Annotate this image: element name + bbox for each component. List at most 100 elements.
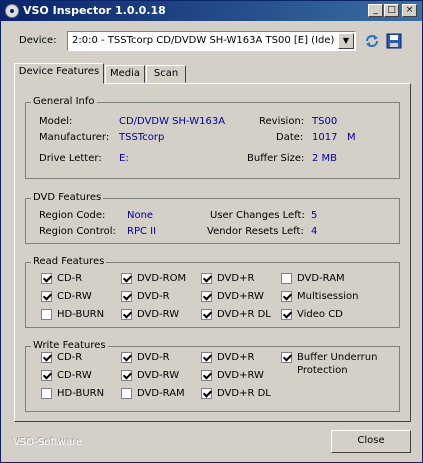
read-checkbox-multisession[interactable]: Multisession bbox=[281, 291, 358, 305]
write-checkbox-dvd-ram[interactable]: DVD-RAM bbox=[121, 388, 185, 402]
write-checkbox-cd-rw[interactable]: CD-RW bbox=[41, 370, 92, 384]
read-features-title: Read Features bbox=[31, 256, 107, 267]
date-value: 1017 M bbox=[312, 132, 356, 143]
checkbox-box[interactable] bbox=[121, 309, 132, 320]
read-checkbox-dvd-r[interactable]: DVD+R bbox=[201, 273, 254, 287]
checkbox-label: DVD+R DL bbox=[217, 309, 271, 320]
checkbox-box[interactable] bbox=[281, 309, 292, 320]
checkbox-box[interactable] bbox=[281, 273, 292, 284]
region-control-label: Region Control: bbox=[39, 226, 116, 237]
app-cd-icon bbox=[5, 4, 19, 18]
checkbox-box[interactable] bbox=[121, 352, 132, 363]
checkbox-label-line2: Protection bbox=[297, 364, 348, 376]
write-checkbox-dvd-r[interactable]: DVD+R bbox=[201, 352, 254, 366]
checkbox-label: CD-RW bbox=[57, 370, 92, 381]
read-checkbox-cd-rw[interactable]: CD-RW bbox=[41, 291, 92, 305]
model-value: CD/DVDW SH-W163A bbox=[119, 116, 226, 127]
checkbox-box[interactable] bbox=[41, 352, 52, 363]
close-button[interactable]: Close bbox=[331, 430, 411, 453]
write-features-title: Write Features bbox=[31, 340, 108, 351]
checkbox-label: DVD+R bbox=[217, 352, 255, 363]
region-control-value: RPC II bbox=[127, 226, 157, 237]
buffer-size-label: Buffer Size: bbox=[247, 153, 305, 164]
read-checkbox-dvd-rw[interactable]: DVD-RW bbox=[121, 309, 179, 323]
main-window: VSO Inspector 1.0.0.18 _ □ × Device: 2:0… bbox=[0, 0, 423, 463]
device-select-value: 2:0:0 - TSSTcorp CD/DVDW SH-W163A TS00 [… bbox=[72, 35, 335, 46]
maximize-button[interactable]: □ bbox=[384, 4, 399, 17]
tab-media[interactable]: Media bbox=[105, 65, 145, 83]
checkbox-label: Video CD bbox=[297, 309, 343, 320]
refresh-icon[interactable] bbox=[363, 32, 381, 50]
checkbox-box[interactable] bbox=[281, 291, 292, 302]
checkbox-box[interactable] bbox=[201, 309, 212, 320]
tab-media-label: Media bbox=[109, 68, 141, 79]
buffer-size-value: 2 MB bbox=[312, 153, 338, 164]
checkbox-box[interactable] bbox=[201, 352, 212, 363]
checkbox-label: Buffer Underrun bbox=[297, 352, 378, 363]
device-label: Device: bbox=[19, 35, 57, 46]
title-bar[interactable]: VSO Inspector 1.0.0.18 _ □ × bbox=[1, 1, 422, 21]
checkbox-box[interactable] bbox=[121, 291, 132, 302]
checkbox-box[interactable] bbox=[41, 370, 52, 381]
read-checkbox-dvd-ram[interactable]: DVD-RAM bbox=[281, 273, 345, 287]
write-checkbox-dvd-r-dl[interactable]: DVD+R DL bbox=[201, 388, 271, 402]
checkbox-box[interactable] bbox=[201, 273, 212, 284]
date-label: Date: bbox=[276, 132, 304, 143]
checkbox-label: DVD-R bbox=[137, 352, 170, 363]
tab-device-features-label: Device Features bbox=[18, 66, 100, 77]
checkbox-box[interactable] bbox=[201, 370, 212, 381]
write-checkbox-buffer-underrun[interactable]: Buffer Underrun Protection bbox=[281, 352, 378, 376]
minimize-button[interactable]: _ bbox=[368, 4, 383, 17]
user-changes-label: User Changes Left: bbox=[210, 210, 305, 221]
write-checkbox-dvd-r[interactable]: DVD-R bbox=[121, 352, 170, 366]
tab-scan[interactable]: Scan bbox=[146, 65, 186, 83]
user-changes-value: 5 bbox=[311, 210, 318, 221]
checkbox-box[interactable] bbox=[201, 388, 212, 399]
device-select[interactable]: 2:0:0 - TSSTcorp CD/DVDW SH-W163A TS00 [… bbox=[67, 31, 356, 51]
region-code-value: None bbox=[127, 210, 154, 221]
checkbox-label: DVD-RW bbox=[137, 370, 180, 381]
checkbox-label: DVD+R DL bbox=[217, 388, 271, 399]
window-title: VSO Inspector 1.0.0.18 bbox=[23, 4, 166, 17]
drive-letter-value: E: bbox=[119, 153, 129, 164]
checkbox-box[interactable] bbox=[41, 309, 52, 320]
tab-device-features[interactable]: Device Features bbox=[14, 63, 104, 84]
write-checkbox-cd-r[interactable]: CD-R bbox=[41, 352, 82, 366]
checkbox-box[interactable] bbox=[41, 291, 52, 302]
vendor-resets-value: 4 bbox=[311, 226, 318, 237]
vendor-resets-label: Vendor Resets Left: bbox=[207, 226, 304, 237]
checkbox-label: DVD+R bbox=[217, 273, 255, 284]
write-checkbox-dvd-rw[interactable]: DVD+RW bbox=[201, 370, 264, 384]
checkbox-box[interactable] bbox=[121, 273, 132, 284]
read-checkbox-cd-r[interactable]: CD-R bbox=[41, 273, 82, 287]
read-checkbox-video-cd[interactable]: Video CD bbox=[281, 309, 343, 323]
read-checkbox-dvd-rw[interactable]: DVD+RW bbox=[201, 291, 264, 305]
checkbox-label: DVD-RAM bbox=[297, 273, 345, 284]
revision-label: Revision: bbox=[259, 116, 305, 127]
read-checkbox-dvd-r-dl[interactable]: DVD+R DL bbox=[201, 309, 271, 323]
write-checkbox-dvd-rw[interactable]: DVD-RW bbox=[121, 370, 179, 384]
save-icon[interactable] bbox=[385, 32, 403, 50]
checkbox-label: DVD-RW bbox=[137, 309, 180, 320]
dvd-features-group: DVD Features bbox=[25, 192, 400, 244]
checkbox-label: DVD+RW bbox=[217, 291, 264, 302]
checkbox-box[interactable] bbox=[41, 388, 52, 399]
checkbox-label: Multisession bbox=[297, 291, 359, 302]
checkbox-box[interactable] bbox=[121, 370, 132, 381]
chevron-down-icon[interactable]: ▼ bbox=[338, 33, 354, 49]
checkbox-box[interactable] bbox=[121, 388, 132, 399]
close-window-button[interactable]: × bbox=[402, 4, 417, 17]
checkbox-box[interactable] bbox=[281, 352, 292, 363]
close-button-label: Close bbox=[357, 435, 385, 446]
checkbox-label: CD-RW bbox=[57, 291, 92, 302]
write-checkbox-hd-burn[interactable]: HD-BURN bbox=[41, 388, 104, 402]
manufacturer-value: TSSTcorp bbox=[119, 132, 165, 143]
checkbox-box[interactable] bbox=[201, 291, 212, 302]
read-checkbox-hd-burn[interactable]: HD-BURN bbox=[41, 309, 104, 323]
general-info-title: General Info bbox=[31, 96, 97, 107]
read-checkbox-dvd-rom[interactable]: DVD-ROM bbox=[121, 273, 186, 287]
checkbox-label: HD-BURN bbox=[57, 309, 105, 320]
read-checkbox-dvd-r[interactable]: DVD-R bbox=[121, 291, 170, 305]
checkbox-label: DVD+RW bbox=[217, 370, 264, 381]
checkbox-box[interactable] bbox=[41, 273, 52, 284]
